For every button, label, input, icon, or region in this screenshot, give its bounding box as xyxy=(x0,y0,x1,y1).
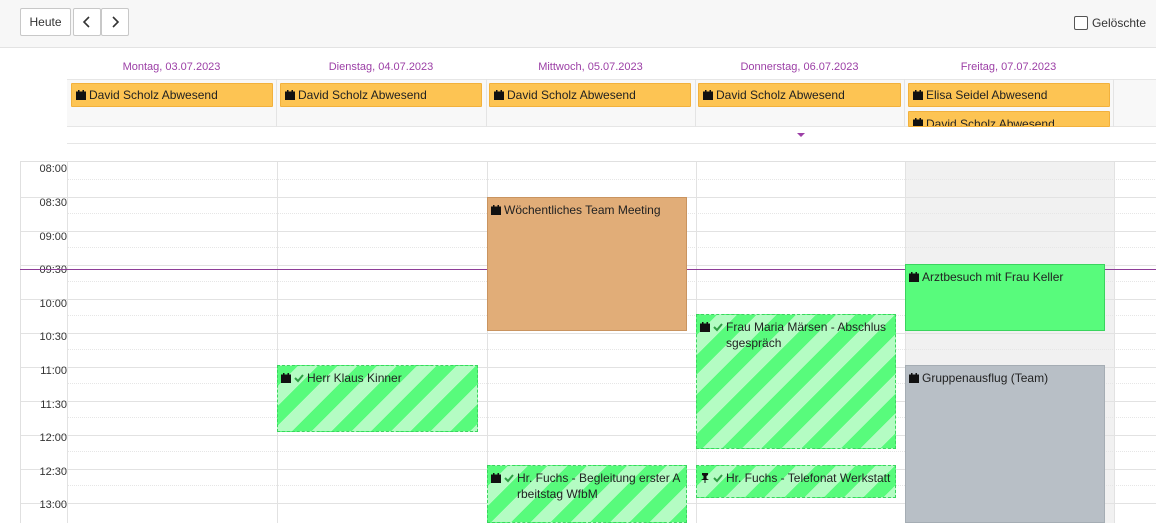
all-day-event-label: David Scholz Abwesend xyxy=(298,88,427,102)
chevron-right-icon xyxy=(112,16,120,28)
all-day-divider xyxy=(904,79,905,127)
all-day-event-label: David Scholz Abwesend xyxy=(716,88,845,102)
all-day-event[interactable]: David Scholz Abwesend xyxy=(489,83,691,107)
all-day-event-label: David Scholz Abwesend xyxy=(89,88,218,102)
time-label: 10:00 xyxy=(39,298,67,310)
time-label: 13:00 xyxy=(39,499,67,511)
grid-subline xyxy=(68,349,1156,350)
pin-icon xyxy=(701,473,709,483)
checkmark-icon xyxy=(294,374,304,383)
calendar-icon xyxy=(76,90,86,100)
time-label: 08:00 xyxy=(39,163,67,175)
column-divider xyxy=(67,162,68,523)
column-divider xyxy=(277,162,278,523)
event-title: Frau Maria Märsen - Abschlussgespräch xyxy=(726,320,887,350)
deleted-toggle[interactable]: Gelöschte xyxy=(1073,16,1146,30)
all-day-expand-strip[interactable] xyxy=(67,127,1156,144)
all-day-divider xyxy=(695,79,696,127)
all-day-event-label: Elisa Seidel Abwesend xyxy=(926,88,1048,102)
day-header-thursday[interactable]: Donnerstag, 06.07.2023 xyxy=(695,61,904,75)
day-header-monday[interactable]: Montag, 03.07.2023 xyxy=(67,61,276,75)
checkmark-icon xyxy=(713,323,723,332)
calendar-icon xyxy=(494,90,504,100)
calendar-icon xyxy=(285,90,295,100)
all-day-divider xyxy=(486,79,487,127)
calendar-icon xyxy=(491,473,501,483)
event-gruppenausflug[interactable]: Gruppenausflug (Team) xyxy=(905,365,1105,523)
day-header-tuesday[interactable]: Dienstag, 04.07.2023 xyxy=(276,61,486,75)
all-day-event[interactable]: David Scholz Abwesend xyxy=(71,83,273,107)
event-title: Arztbesuch mit Frau Keller xyxy=(922,270,1064,284)
checkmark-icon xyxy=(504,474,514,483)
all-day-divider xyxy=(276,79,277,127)
calendar-icon xyxy=(700,322,710,332)
calendar-icon xyxy=(909,373,919,383)
all-day-event-label: David Scholz Abwesend xyxy=(507,88,636,102)
event-title: Hr. Fuchs - Begleitung erster Arbeitstag… xyxy=(517,471,681,501)
calendar-icon xyxy=(281,373,291,383)
time-label: 12:00 xyxy=(39,432,67,444)
time-label: 09:00 xyxy=(39,231,67,243)
day-header-friday[interactable]: Freitag, 07.07.2023 xyxy=(904,61,1113,75)
checkmark-icon xyxy=(713,474,723,483)
grid-subline xyxy=(68,179,1156,180)
event-title: Wöchentliches Team Meeting xyxy=(504,203,661,217)
all-day-event[interactable]: David Scholz Abwesend xyxy=(280,83,482,107)
calendar-icon xyxy=(491,205,501,215)
calendar-toolbar: Heute Gelöschte xyxy=(0,0,1156,48)
calendar-icon xyxy=(909,272,919,282)
event-title: Hr. Fuchs - Telefonat Werkstatt xyxy=(726,471,891,485)
event-klaus-kinner[interactable]: Herr Klaus Kinner xyxy=(277,365,478,432)
time-label: 11:00 xyxy=(40,365,67,377)
chevron-left-icon xyxy=(82,16,90,28)
all-day-event[interactable]: David Scholz Abwesend xyxy=(698,83,901,107)
event-telefonat-werkstatt[interactable]: Hr. Fuchs - Telefonat Werkstatt xyxy=(696,465,896,498)
time-label: 10:30 xyxy=(39,331,67,343)
event-begleitung-arbeitstag[interactable]: Hr. Fuchs - Begleitung erster Arbeitstag… xyxy=(487,465,687,523)
deleted-label: Gelöschte xyxy=(1091,16,1146,30)
column-divider xyxy=(1114,162,1115,523)
prev-button[interactable] xyxy=(73,8,101,36)
event-arztbesuch[interactable]: Arztbesuch mit Frau Keller xyxy=(905,264,1105,331)
time-label: 12:30 xyxy=(39,466,67,478)
event-title: Herr Klaus Kinner xyxy=(307,371,402,385)
today-button[interactable]: Heute xyxy=(20,8,71,36)
event-title: Gruppenausflug (Team) xyxy=(922,371,1049,385)
time-label: 09:30 xyxy=(39,264,67,276)
time-label: 11:30 xyxy=(40,399,67,411)
calendar-icon xyxy=(913,118,923,126)
calendar-icon xyxy=(703,90,713,100)
all-day-event-label: David Scholz Abwesend xyxy=(926,117,1055,127)
grid-line xyxy=(21,333,1156,334)
event-team-meeting[interactable]: Wöchentliches Team Meeting xyxy=(487,197,687,331)
all-day-divider xyxy=(1113,79,1114,127)
expand-arrow-icon[interactable] xyxy=(797,133,805,137)
next-button[interactable] xyxy=(101,8,129,36)
all-day-event[interactable]: Elisa Seidel Abwesend xyxy=(908,83,1110,107)
calendar-icon xyxy=(913,90,923,100)
day-header-wednesday[interactable]: Mittwoch, 05.07.2023 xyxy=(486,61,695,75)
deleted-checkbox[interactable] xyxy=(1073,16,1088,30)
event-abschlussgespraech[interactable]: Frau Maria Märsen - Abschlussgespräch xyxy=(696,314,896,449)
time-label: 08:30 xyxy=(39,197,67,209)
all-day-event[interactable]: David Scholz Abwesend xyxy=(908,111,1110,127)
